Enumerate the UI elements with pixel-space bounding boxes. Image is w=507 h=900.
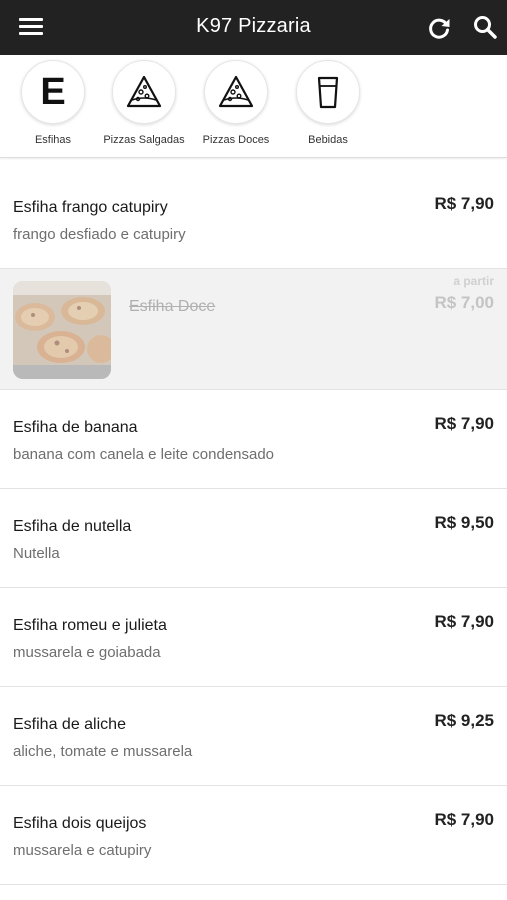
category-pizzas-salgadas[interactable]: Pizzas Salgadas: [94, 55, 194, 158]
list-item[interactable]: Esfiha de banana banana com canela e lei…: [0, 390, 507, 489]
item-price: R$ 9,50: [434, 513, 494, 532]
refresh-icon[interactable]: [426, 15, 452, 41]
list-item[interactable]: Esfiha romeu e julieta mussarela e goiab…: [0, 588, 507, 687]
item-price: R$ 7,90: [434, 194, 494, 213]
list-item[interactable]: Esfiha de nutella Nutella R$ 9,50: [0, 489, 507, 588]
list-item[interactable]: Esfiha dois queijos mussarela e catupiry…: [0, 786, 507, 885]
product-list: Esfiha frango catupiry frango desfiado e…: [0, 170, 507, 885]
pizza-slice-icon: [112, 60, 176, 124]
item-name: Esfiha de banana: [13, 419, 138, 436]
item-price: R$ 9,25: [434, 711, 494, 730]
item-price: R$ 7,00: [434, 293, 494, 312]
item-name: Esfiha romeu e julieta: [13, 617, 167, 634]
item-price: R$ 7,90: [434, 414, 494, 433]
item-description: mussarela e catupiry: [13, 842, 152, 859]
category-pizzas-doces[interactable]: Pizzas Doces: [186, 55, 286, 158]
price-prefix: a partir: [453, 274, 494, 288]
item-name: Esfiha de aliche: [13, 716, 126, 733]
item-description: banana com canela e leite condensado: [13, 446, 275, 463]
food-photo-thumbnail: [13, 281, 111, 379]
item-name: Esfiha Doce: [129, 298, 216, 315]
item-name: Esfiha frango catupiry: [13, 199, 168, 216]
item-description: mussarela e goiabada: [13, 644, 161, 661]
item-price: R$ 7,90: [434, 810, 494, 829]
app-header: K97 Pizzaria: [0, 0, 507, 55]
pizza-slice-icon: [204, 60, 268, 124]
list-item-unavailable[interactable]: Esfiha Doce a partir R$ 7,00: [0, 269, 507, 390]
category-bebidas[interactable]: Bebidas: [278, 55, 378, 158]
list-item[interactable]: Esfiha de aliche aliche, tomate e mussar…: [0, 687, 507, 786]
search-icon[interactable]: [472, 14, 498, 40]
item-description: Nutella: [13, 545, 60, 562]
item-name: Esfiha de nutella: [13, 518, 132, 535]
list-item[interactable]: Esfiha frango catupiry frango desfiado e…: [0, 170, 507, 269]
item-description: aliche, tomate e mussarela: [13, 743, 193, 760]
drink-glass-icon: [296, 60, 360, 124]
letter-e-icon: E: [21, 60, 85, 124]
category-bar: E Esfihas Pizzas Salgadas Pizzas Doces B…: [0, 55, 507, 158]
item-description: frango desfiado e catupiry: [13, 226, 186, 243]
item-price: R$ 7,90: [434, 612, 494, 631]
item-name: Esfiha dois queijos: [13, 815, 147, 832]
category-label: Bebidas: [308, 134, 348, 146]
